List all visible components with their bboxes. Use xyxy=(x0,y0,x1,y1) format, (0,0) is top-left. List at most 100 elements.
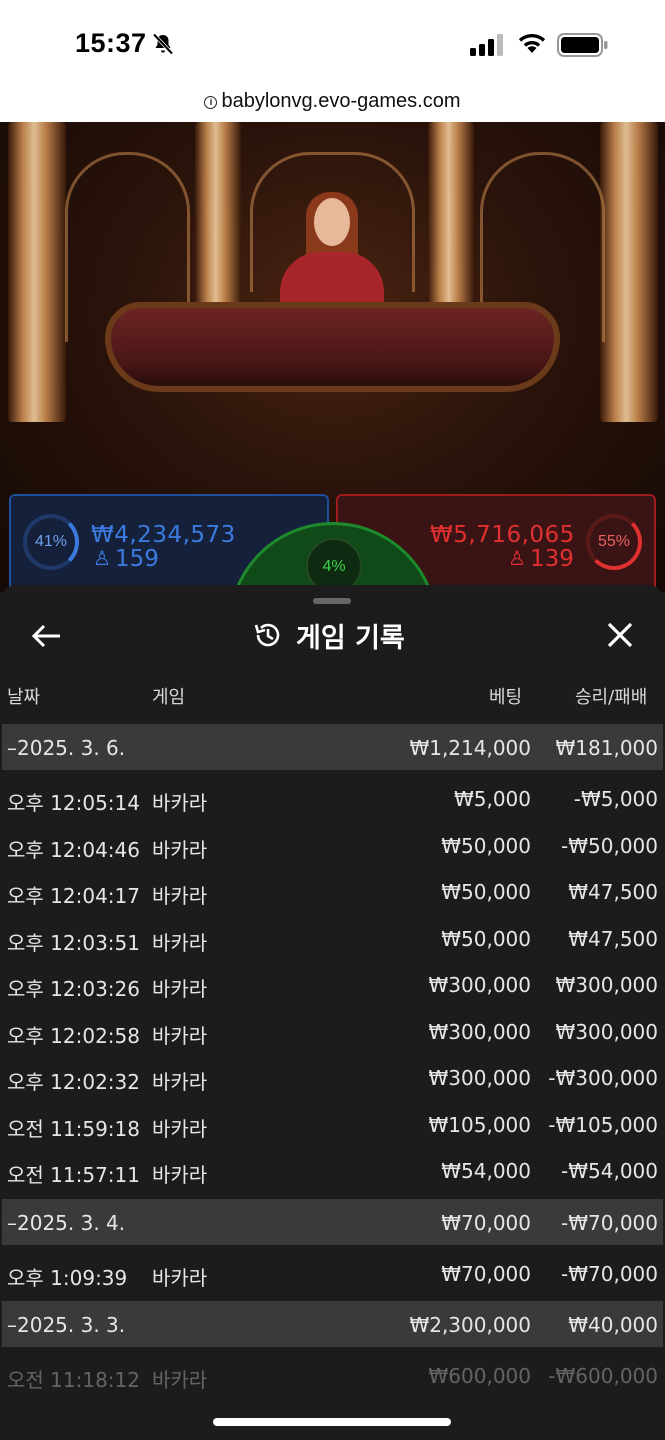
history-entry-row: 오후 12:03:26 바카라 ₩300,000 ₩300,000 xyxy=(2,961,663,1008)
entry-game: 바카라 xyxy=(152,791,208,815)
entry-bet: ₩600,000 xyxy=(428,1364,531,1388)
entry-time: 오후 12:04:46 xyxy=(7,837,140,862)
entry-result: -₩70,000 xyxy=(561,1261,658,1286)
banker-count: 139 xyxy=(530,546,574,572)
entry-bet: ₩300,000 xyxy=(428,1019,531,1044)
entry-result: -₩54,000 xyxy=(561,1159,658,1183)
battery-icon xyxy=(557,33,608,57)
history-entry-row: 오전 11:59:18 바카라 ₩105,000 -₩105,000 xyxy=(2,1101,663,1148)
history-entry-row: 오후 12:04:46 바카라 ₩50,000 -₩50,000 xyxy=(2,822,663,869)
entry-time: –2025. 3. 3. xyxy=(7,1313,126,1337)
entry-time: 오후 12:04:17 xyxy=(7,884,140,908)
decorative-pillar xyxy=(600,122,658,422)
decorative-pillar xyxy=(428,122,474,312)
entry-game: 바카라 xyxy=(152,977,208,1001)
date-group-row[interactable]: –2025. 3. 4. ₩70,000 -₩70,000 xyxy=(2,1198,663,1245)
history-entry-row: 오후 12:02:32 바카라 ₩300,000 -₩300,000 xyxy=(2,1054,663,1101)
entry-result: ₩47,500 xyxy=(568,880,658,904)
player-count: 159 xyxy=(115,546,159,572)
entry-bet: ₩300,000 xyxy=(428,973,531,997)
entry-time: –2025. 3. 6. xyxy=(7,736,126,760)
player-percent-ring: 41% xyxy=(23,514,79,570)
entry-game: 바카라 xyxy=(152,837,208,862)
entry-time: 오후 12:03:51 xyxy=(7,930,140,955)
entry-game: 바카라 xyxy=(152,1368,208,1392)
status-time: 15:37 xyxy=(75,28,147,58)
entry-result: ₩300,000 xyxy=(555,1019,658,1044)
entry-result: ₩181,000 xyxy=(555,736,658,760)
history-icon xyxy=(254,623,280,647)
entry-result: -₩600,000 xyxy=(548,1364,658,1388)
status-bar: 15:37 xyxy=(0,0,665,80)
url-text: babylonvg.evo-games.com xyxy=(221,90,461,112)
sheet-grabber[interactable] xyxy=(313,598,351,604)
entry-game: 바카라 xyxy=(152,1023,208,1048)
dealer-figure xyxy=(314,198,350,246)
banker-count-icon: ♙ xyxy=(508,546,526,570)
entry-bet: ₩105,000 xyxy=(428,1112,531,1137)
sheet-title-text: 게임 기록 xyxy=(296,622,405,654)
history-entry-row: 오후 12:02:58 바카라 ₩300,000 ₩300,000 xyxy=(2,1008,663,1055)
entry-time: 오후 12:03:26 xyxy=(7,977,140,1001)
entry-game: 바카라 xyxy=(152,930,208,955)
entry-bet: ₩50,000 xyxy=(441,880,531,904)
entry-time: 오후 1:09:39 xyxy=(7,1265,128,1290)
baccarat-table xyxy=(105,302,560,392)
player-bet-amount: ₩4,234,573 xyxy=(91,522,236,548)
info-icon: i xyxy=(204,96,218,109)
sheet-title: 게임 기록 xyxy=(252,615,405,655)
decorative-pillar xyxy=(8,122,66,422)
entry-game: 바카라 xyxy=(152,1265,208,1290)
entry-time: 오전 11:59:18 xyxy=(7,1116,140,1141)
entry-time: 오전 11:57:11 xyxy=(7,1163,140,1187)
entry-time: –2025. 3. 4. xyxy=(7,1210,126,1235)
column-header-bet: 베팅 xyxy=(489,687,523,708)
history-entry-row: 오후 12:04:17 바카라 ₩50,000 ₩47,500 xyxy=(2,868,663,915)
entry-time: 오후 12:05:14 xyxy=(7,791,140,815)
cellular-signal-icon xyxy=(470,34,503,56)
banker-bet-amount: ₩5,716,065 xyxy=(430,522,575,548)
entry-result: -₩300,000 xyxy=(548,1066,658,1090)
history-table: –2025. 3. 6. ₩1,214,000 ₩181,000 오후 12:05:1… xyxy=(2,724,663,1399)
history-entry-row: 오후 12:03:51 바카라 ₩50,000 ₩47,500 xyxy=(2,915,663,962)
date-group-row[interactable]: –2025. 3. 3. ₩2,300,000 ₩40,000 xyxy=(2,1301,663,1347)
date-group-row[interactable]: –2025. 3. 6. ₩1,214,000 ₩181,000 xyxy=(2,724,663,770)
bell-muted-icon xyxy=(152,33,174,55)
back-arrow-icon[interactable] xyxy=(28,619,68,653)
home-indicator[interactable] xyxy=(213,1418,451,1426)
entry-game: 바카라 xyxy=(152,1116,208,1141)
entry-bet: ₩2,300,000 xyxy=(409,1313,531,1337)
entry-result: -₩105,000 xyxy=(548,1112,658,1137)
column-header-result: 승리/패배 xyxy=(575,687,648,708)
decorative-pillar xyxy=(195,122,241,312)
entry-result: -₩70,000 xyxy=(561,1210,658,1235)
history-entry-row: 오후 12:05:14 바카라 ₩5,000 -₩5,000 xyxy=(2,775,663,822)
entry-bet: ₩50,000 xyxy=(441,926,531,951)
column-header-game: 게임 xyxy=(152,687,186,708)
entry-time: 오후 12:02:58 xyxy=(7,1023,140,1048)
banker-percent-ring: 55% xyxy=(586,514,642,570)
history-entry-row: 오후 1:09:39 바카라 ₩70,000 -₩70,000 xyxy=(2,1250,663,1297)
entry-result: ₩300,000 xyxy=(555,973,658,997)
close-icon[interactable] xyxy=(602,619,638,653)
entry-bet: ₩54,000 xyxy=(441,1159,531,1183)
entry-bet: ₩70,000 xyxy=(441,1261,531,1286)
entry-result: ₩40,000 xyxy=(568,1313,658,1337)
history-entry-row: 오전 11:57:11 바카라 ₩54,000 -₩54,000 xyxy=(2,1147,663,1194)
game-history-sheet: 게임 기록 날짜 게임 베팅 승리/패배 –2025. 3. 6. ₩1,214,… xyxy=(2,585,663,1440)
browser-address-bar[interactable]: i babylonvg.evo-games.com xyxy=(0,80,665,122)
entry-game: 바카라 xyxy=(152,1070,208,1094)
entry-game: 바카라 xyxy=(152,1163,208,1187)
entry-result: -₩50,000 xyxy=(561,833,658,858)
entry-bet: ₩70,000 xyxy=(441,1210,531,1235)
entry-game: 바카라 xyxy=(152,884,208,908)
entry-time: 오후 12:02:32 xyxy=(7,1070,140,1094)
entry-bet: ₩5,000 xyxy=(453,787,531,811)
column-header-date: 날짜 xyxy=(7,687,41,708)
entry-bet: ₩1,214,000 xyxy=(409,736,531,760)
entry-bet: ₩300,000 xyxy=(428,1066,531,1090)
wifi-icon xyxy=(518,34,546,53)
player-count-icon: ♙ xyxy=(93,546,111,570)
entry-bet: ₩50,000 xyxy=(441,833,531,858)
entry-result: -₩5,000 xyxy=(573,787,658,811)
